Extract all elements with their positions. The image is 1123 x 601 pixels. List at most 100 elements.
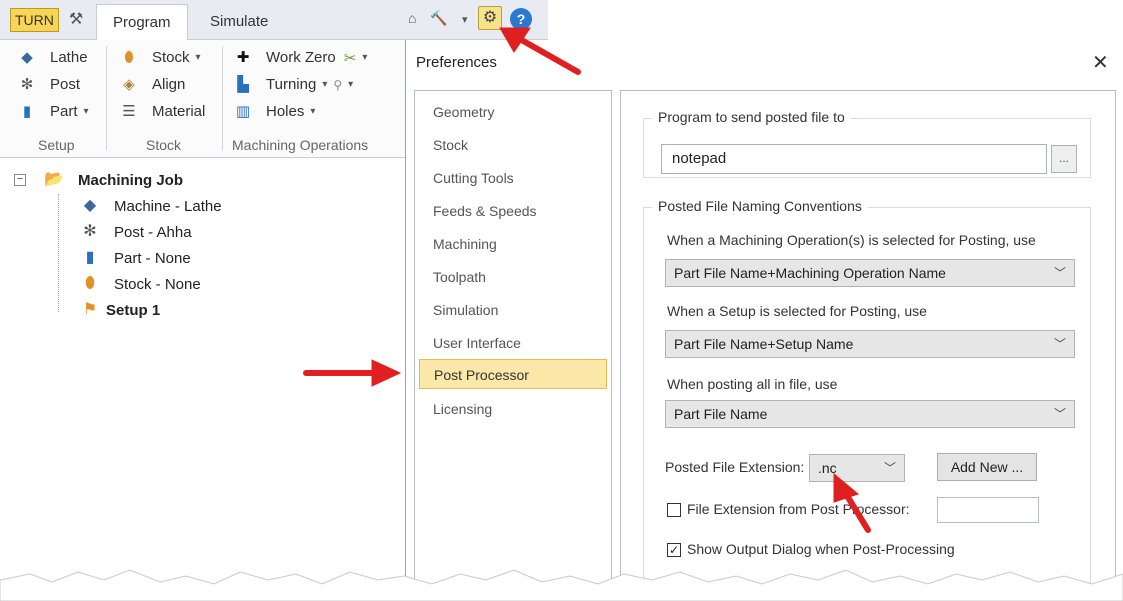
tree-node-stock[interactable]: ⬮ Stock - None bbox=[78, 274, 201, 294]
nav-stock[interactable]: Stock bbox=[419, 130, 607, 160]
align-label: Align bbox=[152, 76, 186, 93]
setup-group-label: Setup bbox=[38, 137, 75, 153]
turning-extra-icon[interactable]: ⚲ bbox=[333, 78, 342, 92]
tree-node-part[interactable]: ▮ Part - None bbox=[78, 248, 191, 268]
align-button[interactable]: ◈ Align bbox=[118, 71, 205, 98]
nav-simulation[interactable]: Simulation bbox=[419, 295, 607, 325]
help-icon[interactable]: ? bbox=[510, 8, 532, 30]
setup-posting-label: When a Setup is selected for Posting, us… bbox=[667, 303, 927, 319]
preferences-dialog: Preferences ✕ Geometry Stock Cutting Too… bbox=[405, 40, 1123, 601]
chevron-down-icon: ﹀ bbox=[1053, 337, 1066, 351]
material-button[interactable]: ☰ Material bbox=[118, 98, 205, 125]
lathe-label: Lathe bbox=[50, 49, 88, 66]
post-processor-panel: Program to send posted file to notepad .… bbox=[620, 90, 1116, 601]
ribbon-group-machining: ✚ Work Zero ✂ ▾ ▙ Turning ▾ ⚲ ▾ ▥ Holes ▾ bbox=[232, 44, 367, 125]
nav-machining[interactable]: Machining bbox=[419, 229, 607, 259]
extension-value: .nc bbox=[818, 460, 837, 476]
collapse-icon[interactable]: − bbox=[14, 174, 26, 186]
post-all-naming-dropdown[interactable]: Part File Name ﹀ bbox=[665, 400, 1075, 428]
tree-node-label: Machine - Lathe bbox=[114, 197, 222, 215]
browse-button[interactable]: ... bbox=[1051, 145, 1077, 173]
turning-dropdown-caret[interactable]: ▾ bbox=[322, 79, 327, 90]
show-output-checkbox[interactable]: ✓ bbox=[667, 543, 681, 557]
work-zero-dropdown-caret[interactable]: ▾ bbox=[362, 52, 367, 63]
stock-dropdown-caret[interactable]: ▾ bbox=[196, 52, 201, 63]
post-icon: ✻ bbox=[83, 223, 97, 240]
tree-node-label: Post - Ahha bbox=[114, 223, 192, 241]
dialog-title: Preferences bbox=[416, 54, 497, 71]
post-button[interactable]: ✻ Post bbox=[16, 71, 89, 98]
tree-node-label: Stock - None bbox=[114, 275, 201, 293]
tree-node-machining-job[interactable]: 📂 Machining Job bbox=[42, 170, 183, 190]
turning-button[interactable]: ▙ Turning ▾ ⚲ ▾ bbox=[232, 71, 367, 98]
nav-post-processor[interactable]: Post Processor bbox=[419, 359, 607, 389]
operation-naming-dropdown[interactable]: Part File Name+Machining Operation Name … bbox=[665, 259, 1075, 287]
stock-label: Stock bbox=[152, 49, 190, 66]
stock-icon: ⬮ bbox=[84, 275, 96, 292]
settings-gear-icon[interactable]: ⚙ bbox=[478, 6, 502, 30]
tree-node-setup[interactable]: ⚑ Setup 1 bbox=[78, 300, 160, 320]
minimize-ribbon-icon[interactable]: ⌂ bbox=[408, 10, 416, 26]
stock-button[interactable]: ⬮ Stock ▾ bbox=[118, 44, 205, 71]
stock-group-label: Stock bbox=[146, 137, 182, 153]
turning-icon: ▙ bbox=[237, 75, 249, 93]
part-icon: ▮ bbox=[85, 249, 95, 266]
part-icon: ▮ bbox=[22, 102, 32, 120]
chevron-down-icon: ﹀ bbox=[883, 461, 896, 475]
work-zero-label: Work Zero bbox=[266, 49, 336, 66]
lathe-icon: ◆ bbox=[21, 48, 33, 66]
close-icon[interactable]: ✕ bbox=[1092, 50, 1109, 75]
machining-group-label: Machining Operations bbox=[232, 137, 369, 153]
part-button[interactable]: ▮ Part ▾ bbox=[16, 98, 89, 125]
setup-icon: ⚑ bbox=[82, 301, 98, 318]
job-tree bbox=[0, 160, 405, 601]
setup-naming-value: Part File Name+Setup Name bbox=[674, 336, 854, 352]
lathe-button[interactable]: ◆ Lathe bbox=[16, 44, 89, 71]
post-all-naming-value: Part File Name bbox=[674, 406, 768, 422]
lathe-icon: ◆ bbox=[83, 197, 97, 214]
nav-geometry[interactable]: Geometry bbox=[419, 97, 607, 127]
tree-node-label: Setup 1 bbox=[106, 301, 161, 319]
ribbon-title-bar: TURN ⚒ Program Simulate ⌂ 🔨 ▾ ⚙ ? bbox=[0, 0, 548, 41]
turning-extra-caret[interactable]: ▾ bbox=[348, 79, 353, 90]
operation-naming-value: Part File Name+Machining Operation Name bbox=[674, 265, 946, 281]
holes-label: Holes bbox=[266, 103, 305, 120]
material-label: Material bbox=[152, 103, 206, 120]
tools-icon[interactable]: 🔨 bbox=[430, 10, 447, 27]
setup-naming-dropdown[interactable]: Part File Name+Setup Name ﹀ bbox=[665, 330, 1075, 358]
part-dropdown-caret[interactable]: ▾ bbox=[84, 106, 89, 117]
holes-dropdown-caret[interactable]: ▾ bbox=[310, 106, 315, 117]
nav-toolpath[interactable]: Toolpath bbox=[419, 262, 607, 292]
nav-licensing[interactable]: Licensing bbox=[419, 394, 607, 424]
post-all-label: When posting all in file, use bbox=[667, 376, 838, 392]
folder-icon: 📂 bbox=[44, 171, 64, 188]
holes-button[interactable]: ▥ Holes ▾ bbox=[232, 98, 367, 125]
tree-node-post[interactable]: ✻ Post - Ahha bbox=[78, 222, 192, 242]
program-input[interactable]: notepad bbox=[661, 144, 1047, 174]
tree-node-machine[interactable]: ◆ Machine - Lathe bbox=[78, 196, 222, 216]
tab-program[interactable]: Program bbox=[96, 4, 188, 41]
post-icon: ✻ bbox=[20, 75, 34, 93]
preferences-nav: Geometry Stock Cutting Tools Feeds & Spe… bbox=[414, 90, 612, 601]
extension-from-post-field[interactable] bbox=[937, 497, 1039, 523]
nav-feeds-speeds[interactable]: Feeds & Speeds bbox=[419, 196, 607, 226]
tab-simulate[interactable]: Simulate bbox=[194, 4, 284, 40]
extension-dropdown[interactable]: .nc ﹀ bbox=[809, 454, 905, 482]
quick-access-icon[interactable]: ⚒ bbox=[64, 8, 88, 32]
post-label: Post bbox=[50, 76, 81, 93]
ribbon-panel: ◆ Lathe ✻ Post ▮ Part ▾ Setup ⬮ Stock ▾ ◈ Align… bbox=[0, 40, 410, 158]
extension-from-post-checkbox[interactable] bbox=[667, 503, 681, 517]
holes-icon: ▥ bbox=[235, 102, 251, 120]
tree-node-label: Machining Job bbox=[78, 171, 183, 189]
tools-dropdown-caret[interactable]: ▾ bbox=[462, 13, 468, 26]
show-output-label: Show Output Dialog when Post-Processing bbox=[687, 541, 955, 557]
extension-from-post-label: File Extension from Post Processor: bbox=[687, 501, 910, 517]
work-zero-tools-icon[interactable]: ✂ bbox=[344, 49, 357, 67]
align-icon: ◈ bbox=[123, 75, 135, 93]
add-new-button[interactable]: Add New ... bbox=[937, 453, 1037, 481]
stock-icon: ⬮ bbox=[124, 48, 134, 66]
nav-cutting-tools[interactable]: Cutting Tools bbox=[419, 163, 607, 193]
work-zero-button[interactable]: ✚ Work Zero ✂ ▾ bbox=[232, 44, 368, 71]
nav-user-interface[interactable]: User Interface bbox=[419, 328, 607, 358]
turn-module-badge[interactable]: TURN bbox=[10, 8, 59, 32]
